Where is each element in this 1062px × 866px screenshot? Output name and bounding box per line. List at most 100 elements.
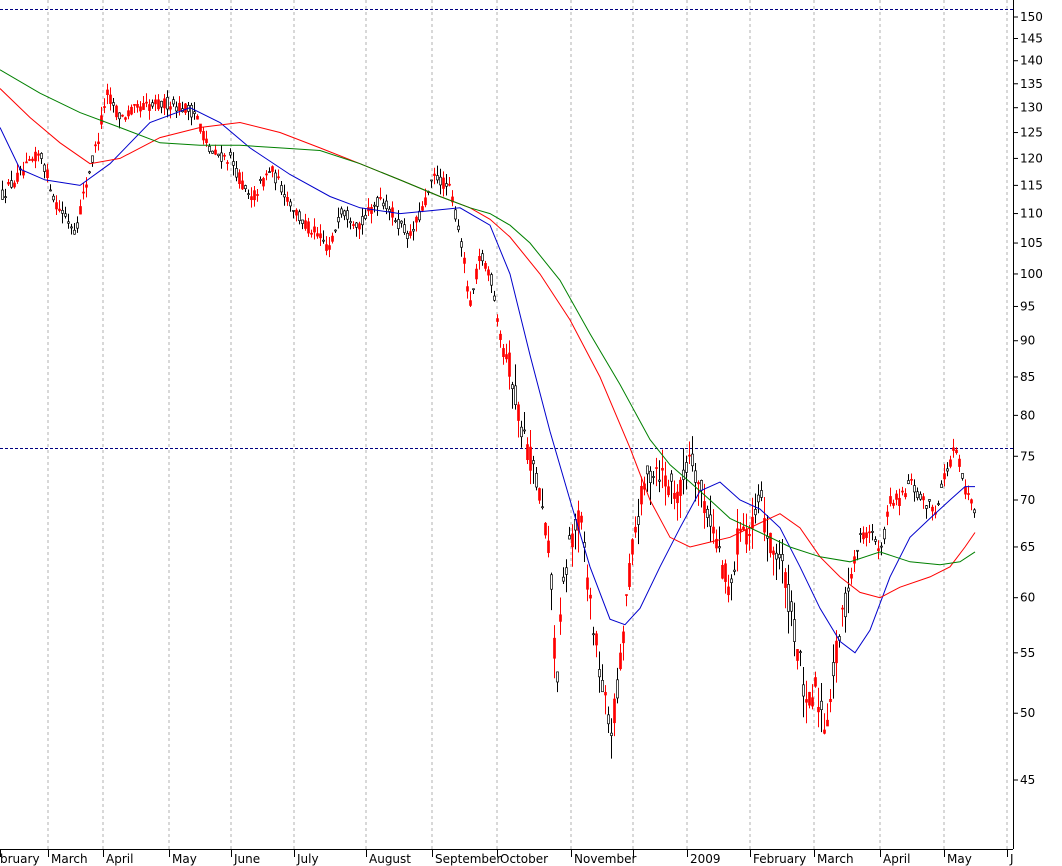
candle-body — [31, 158, 34, 161]
candle-body — [466, 286, 469, 292]
candle-body — [802, 684, 805, 697]
candle-body — [145, 101, 148, 104]
month-label: July — [296, 852, 319, 866]
candle-body — [25, 161, 28, 164]
candle-body — [274, 172, 277, 184]
candle-body — [307, 221, 310, 234]
candle-body — [844, 592, 847, 618]
candle-body — [544, 522, 547, 536]
candle-body — [211, 150, 214, 154]
candle-body — [445, 183, 448, 187]
candle-body — [430, 179, 433, 182]
candle-body — [646, 465, 649, 475]
candle-body — [214, 149, 217, 155]
candle-body — [403, 224, 406, 233]
y-tick-label: 130 — [1020, 101, 1043, 115]
candle-body — [901, 490, 904, 493]
candle-body — [835, 640, 838, 664]
candle-body — [463, 257, 466, 264]
candle-body — [637, 516, 640, 525]
candle-body — [16, 172, 19, 182]
candle-body — [397, 219, 400, 229]
candlestick-series — [1, 83, 976, 759]
candle-body — [745, 529, 748, 545]
candle-body — [487, 269, 490, 276]
month-label: February — [753, 852, 806, 866]
candle-body — [154, 99, 157, 105]
candle-body — [52, 195, 55, 201]
candle-body — [298, 211, 301, 221]
candle-body — [511, 384, 514, 390]
month-label: April — [106, 852, 133, 866]
candle-body — [832, 662, 835, 677]
moving-average-line-2 — [0, 88, 976, 599]
month-label: November — [574, 852, 636, 866]
candle-body — [682, 469, 685, 480]
candle-body — [448, 183, 451, 186]
candle-body — [742, 526, 745, 531]
candle-body — [13, 182, 16, 188]
candle-body — [775, 552, 778, 560]
candle-body — [613, 698, 616, 724]
candle-body — [73, 229, 76, 235]
candle-body — [493, 295, 496, 301]
candle-body — [550, 574, 553, 590]
candle-body — [70, 226, 73, 229]
candle-body — [112, 102, 115, 106]
candle-body — [268, 171, 271, 173]
candle-body — [436, 175, 439, 181]
candle-body — [616, 679, 619, 699]
candle-body — [502, 348, 505, 357]
y-tick-label: 50 — [1020, 706, 1035, 720]
candle-body — [172, 99, 175, 105]
candle-body — [178, 102, 181, 112]
month-label: April — [883, 852, 910, 866]
candle-body — [106, 89, 109, 96]
candle-body — [193, 111, 196, 114]
month-label: June — [233, 852, 260, 866]
candle-body — [535, 473, 538, 488]
candle-body — [28, 159, 31, 161]
candle-body — [553, 637, 556, 659]
candle-body — [232, 161, 235, 166]
candle-body — [373, 204, 376, 207]
candle-body — [454, 209, 457, 220]
candle-body — [202, 131, 205, 141]
candle-body — [904, 493, 907, 498]
candle-body — [40, 153, 43, 159]
candle-body — [943, 473, 946, 480]
candle-body — [226, 162, 229, 164]
candle-body — [883, 528, 886, 540]
candle-body — [325, 244, 328, 251]
candle-body — [727, 586, 730, 596]
candle-body — [64, 213, 67, 217]
candle-body — [1, 189, 4, 200]
candle-body — [244, 185, 247, 190]
candle-body — [514, 385, 517, 405]
moving-average-line-1 — [0, 107, 975, 654]
candle-body — [592, 633, 595, 636]
candle-body — [700, 480, 703, 491]
candle-body — [856, 549, 859, 552]
candle-body — [499, 333, 502, 340]
candle-body — [247, 193, 250, 195]
candle-body — [580, 515, 583, 523]
candle-body — [139, 106, 142, 112]
candle-body — [169, 106, 172, 110]
candle-body — [547, 540, 550, 554]
y-tick-label: 80 — [1020, 408, 1035, 422]
candle-body — [235, 168, 238, 178]
candle-body — [667, 486, 670, 496]
candle-body — [925, 505, 928, 509]
candle-body — [898, 497, 901, 506]
candle-body — [319, 233, 322, 239]
candle-body — [151, 102, 154, 107]
candle-body — [730, 578, 733, 584]
candle-body — [76, 222, 79, 229]
candle-body — [931, 506, 934, 512]
candle-body — [55, 202, 58, 210]
candle-body — [271, 166, 274, 172]
candle-body — [22, 170, 25, 176]
month-label: October — [500, 852, 548, 866]
candle-body — [793, 619, 796, 642]
